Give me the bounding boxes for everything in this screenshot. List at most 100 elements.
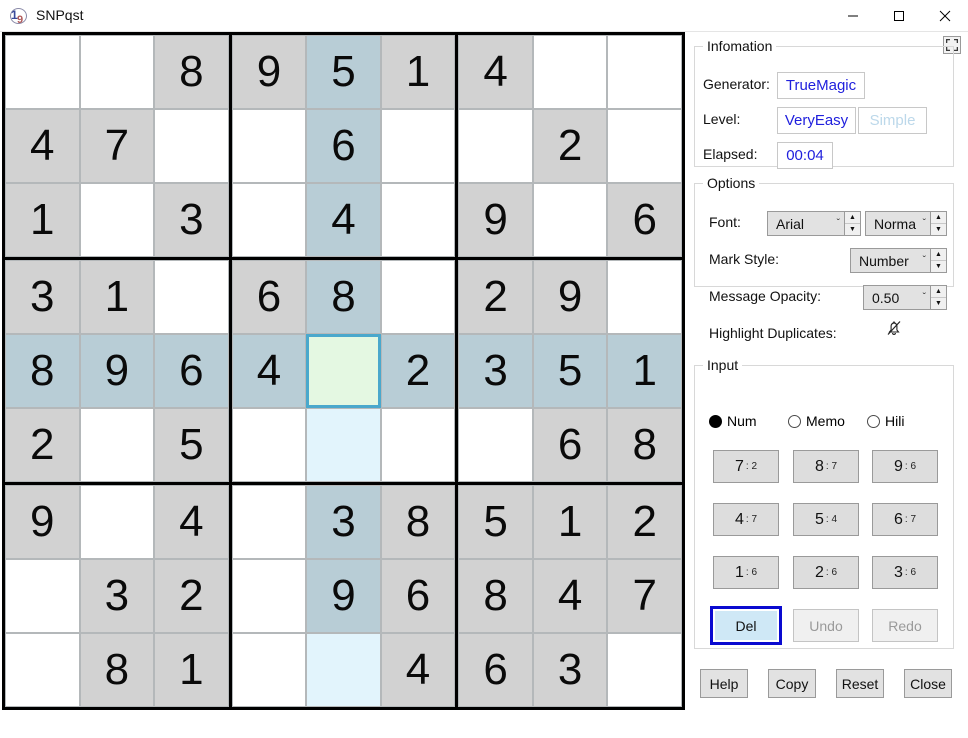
undo-button[interactable]: Undo [793, 609, 859, 642]
spin-down-icon[interactable]: ▼ [931, 261, 946, 272]
sudoku-cell-r8c4[interactable] [231, 559, 307, 633]
mark-style-combo[interactable]: Number ˇ ▲ ▼ [850, 248, 947, 273]
sudoku-cell-r7c6[interactable]: 8 [380, 485, 456, 559]
sudoku-cell-r2c4[interactable] [231, 109, 307, 183]
sudoku-cell-r9c8[interactable]: 3 [532, 633, 608, 707]
maximize-button[interactable] [876, 0, 922, 31]
sudoku-cell-r5c2[interactable]: 9 [79, 334, 155, 408]
sudoku-cell-r3c1[interactable]: 1 [5, 183, 80, 257]
sudoku-cell-r1c9[interactable] [607, 35, 682, 109]
sudoku-cell-r6c5[interactable] [306, 408, 381, 482]
sudoku-cell-r4c9[interactable] [607, 260, 682, 334]
number-button-3[interactable]: 3: 6 [872, 556, 938, 589]
sudoku-cell-r1c1[interactable] [5, 35, 80, 109]
number-button-1[interactable]: 1: 6 [713, 556, 779, 589]
sudoku-cell-r8c9[interactable]: 7 [607, 559, 682, 633]
sudoku-cell-r5c4[interactable]: 4 [231, 334, 307, 408]
input-mode-memo[interactable]: Memo [788, 413, 845, 429]
spin-down-icon[interactable]: ▼ [931, 224, 946, 235]
sudoku-cell-r2c6[interactable] [380, 109, 456, 183]
sudoku-cell-r9c9[interactable] [607, 633, 682, 707]
sudoku-cell-r8c7[interactable]: 8 [458, 559, 533, 633]
sudoku-cell-r6c6[interactable] [380, 408, 456, 482]
sudoku-cell-r9c3[interactable]: 1 [154, 633, 229, 707]
sudoku-cell-r1c5[interactable]: 5 [306, 35, 381, 109]
sudoku-cell-r6c2[interactable] [79, 408, 155, 482]
level-secondary-value[interactable]: Simple [858, 107, 927, 134]
sudoku-cell-r1c4[interactable]: 9 [231, 35, 307, 109]
sudoku-cell-r8c2[interactable]: 3 [79, 559, 155, 633]
sudoku-cell-r3c3[interactable]: 3 [154, 183, 229, 257]
sudoku-cell-r1c6[interactable]: 1 [380, 35, 456, 109]
sudoku-cell-r4c6[interactable] [380, 260, 456, 334]
sudoku-cell-r4c4[interactable]: 6 [231, 260, 307, 334]
sudoku-cell-r5c8[interactable]: 5 [532, 334, 608, 408]
sudoku-cell-r3c8[interactable] [532, 183, 608, 257]
sudoku-cell-r9c6[interactable]: 4 [380, 633, 456, 707]
spin-down-icon[interactable]: ▼ [931, 298, 946, 309]
sudoku-cell-r4c5[interactable]: 8 [306, 260, 381, 334]
sudoku-cell-r5c6[interactable]: 2 [380, 334, 456, 408]
copy-button[interactable]: Copy [768, 669, 816, 698]
reset-button[interactable]: Reset [836, 669, 884, 698]
level-value[interactable]: VeryEasy [777, 107, 856, 134]
redo-button[interactable]: Redo [872, 609, 938, 642]
sudoku-cell-r7c3[interactable]: 4 [154, 485, 229, 559]
sudoku-cell-r8c6[interactable]: 6 [380, 559, 456, 633]
sudoku-cell-r7c2[interactable] [79, 485, 155, 559]
sudoku-cell-r1c8[interactable] [532, 35, 608, 109]
sudoku-cell-r9c2[interactable]: 8 [79, 633, 155, 707]
sudoku-cell-r5c1[interactable]: 8 [5, 334, 80, 408]
spin-up-icon[interactable]: ▲ [845, 212, 860, 224]
sudoku-cell-r6c3[interactable]: 5 [154, 408, 229, 482]
sudoku-cell-r2c9[interactable] [607, 109, 682, 183]
sudoku-cell-r3c4[interactable] [231, 183, 307, 257]
sudoku-cell-r1c7[interactable]: 4 [458, 35, 533, 109]
sudoku-cell-r2c5[interactable]: 6 [306, 109, 381, 183]
sudoku-cell-r9c7[interactable]: 6 [458, 633, 533, 707]
spin-up-icon[interactable]: ▲ [931, 249, 946, 261]
sudoku-cell-r6c4[interactable] [231, 408, 307, 482]
mark-style-spinner[interactable]: ▲ ▼ [931, 248, 947, 273]
sudoku-cell-r6c8[interactable]: 6 [532, 408, 608, 482]
number-button-4[interactable]: 4: 7 [713, 503, 779, 536]
message-opacity-spinner[interactable]: ▲ ▼ [931, 285, 947, 310]
sudoku-cell-r4c7[interactable]: 2 [458, 260, 533, 334]
sudoku-cell-r6c9[interactable]: 8 [607, 408, 682, 482]
font-weight-combo[interactable]: Norma ˇ ▲ ▼ [865, 211, 947, 236]
message-opacity-combo[interactable]: 0.50 ˇ ▲ ▼ [863, 285, 947, 310]
sudoku-cell-r7c9[interactable]: 2 [607, 485, 682, 559]
bell-off-icon[interactable] [884, 318, 904, 338]
sudoku-cell-r9c1[interactable] [5, 633, 80, 707]
font-family-spinner[interactable]: ▲ ▼ [845, 211, 861, 236]
sudoku-cell-r7c7[interactable]: 5 [458, 485, 533, 559]
sudoku-cell-r3c9[interactable]: 6 [607, 183, 682, 257]
sudoku-cell-r9c4[interactable] [231, 633, 307, 707]
sudoku-cell-r2c3[interactable] [154, 109, 229, 183]
sudoku-cell-r2c7[interactable] [458, 109, 533, 183]
minimize-button[interactable] [830, 0, 876, 31]
sudoku-cell-r7c4[interactable] [231, 485, 307, 559]
spin-down-icon[interactable]: ▼ [845, 224, 860, 235]
sudoku-cell-r3c2[interactable] [79, 183, 155, 257]
sudoku-cell-r7c8[interactable]: 1 [532, 485, 608, 559]
help-button[interactable]: Help [700, 669, 748, 698]
input-mode-num[interactable]: Num [709, 413, 757, 429]
font-weight-spinner[interactable]: ▲ ▼ [931, 211, 947, 236]
number-button-6[interactable]: 6: 7 [872, 503, 938, 536]
sudoku-cell-r1c2[interactable] [79, 35, 155, 109]
sudoku-cell-r1c3[interactable]: 8 [154, 35, 229, 109]
sudoku-cell-r5c5[interactable] [306, 334, 381, 408]
close-button[interactable] [922, 0, 968, 31]
sudoku-cell-r8c5[interactable]: 9 [306, 559, 381, 633]
number-button-9[interactable]: 9: 6 [872, 450, 938, 483]
sudoku-cell-r5c7[interactable]: 3 [458, 334, 533, 408]
sudoku-cell-r4c3[interactable] [154, 260, 229, 334]
sudoku-cell-r4c8[interactable]: 9 [532, 260, 608, 334]
sudoku-cell-r4c2[interactable]: 1 [79, 260, 155, 334]
spin-up-icon[interactable]: ▲ [931, 212, 946, 224]
sudoku-cell-r3c7[interactable]: 9 [458, 183, 533, 257]
number-button-7[interactable]: 7: 2 [713, 450, 779, 483]
sudoku-cell-r8c1[interactable] [5, 559, 80, 633]
sudoku-cell-r8c3[interactable]: 2 [154, 559, 229, 633]
